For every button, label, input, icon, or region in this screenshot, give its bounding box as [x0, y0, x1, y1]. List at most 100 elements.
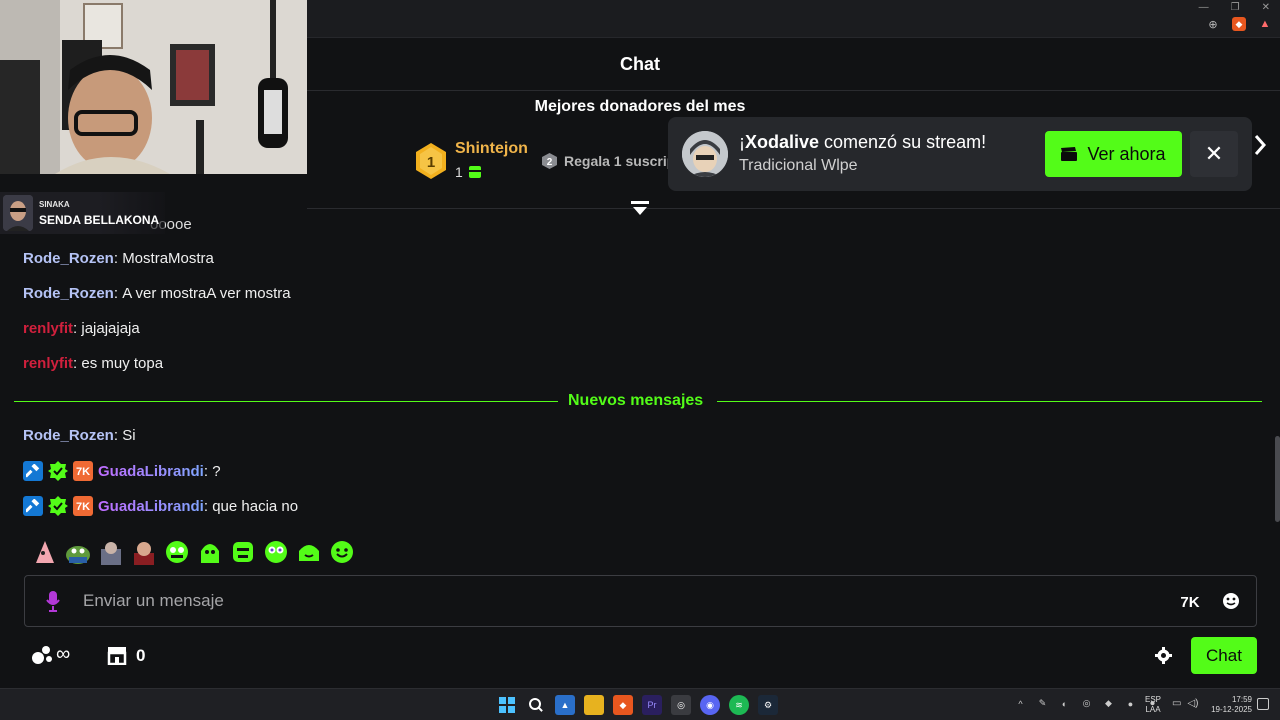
volume-icon[interactable]: ◁)	[1187, 698, 1198, 709]
windows-start-icon[interactable]	[497, 695, 517, 715]
spotify-icon[interactable]: ≋	[729, 695, 749, 715]
emote-pepe-icon[interactable]	[65, 539, 91, 565]
streamer-name-label: SENDA BELLAKONA	[39, 213, 160, 227]
svg-text:7K: 7K	[76, 501, 90, 513]
message-text: jajajajaja	[81, 320, 140, 337]
message-colon: :	[113, 427, 123, 444]
tray-record-icon[interactable]: ●	[1124, 697, 1137, 710]
emote-kick-5-icon[interactable]	[296, 539, 322, 565]
message-username[interactable]: Rode_Rozen	[23, 285, 114, 302]
chat-title: Chat	[620, 53, 660, 74]
message-colon: :	[73, 355, 82, 372]
clapperboard-icon	[1061, 147, 1078, 161]
close-window-button[interactable]: ✕	[1262, 2, 1270, 13]
store-icon[interactable]	[106, 645, 128, 665]
send-chat-button[interactable]: Chat	[1191, 637, 1257, 674]
verified-badge-icon[interactable]	[48, 496, 68, 516]
kick-emotes-icon[interactable]: 7K	[1180, 592, 1200, 610]
subscriber-badge-icon[interactable]: 7K	[73, 461, 93, 481]
message-username[interactable]: Rode_Rozen	[23, 250, 114, 267]
brave-shield-icon[interactable]: ◆	[1232, 17, 1246, 31]
message-colon: :	[113, 250, 123, 267]
message-username[interactable]: GuadaLibrandi	[98, 498, 204, 515]
subscriber-badge-icon[interactable]: 7K	[73, 496, 93, 516]
message-username[interactable]: Rode_Rozen	[23, 427, 114, 444]
gift-sub-prompt[interactable]: Regala 1 suscripción	[564, 153, 668, 169]
verified-icon	[48, 496, 68, 516]
discord-icon[interactable]: ◉	[700, 695, 720, 715]
tray-steam-icon[interactable]: ◎	[1080, 697, 1093, 710]
emote-kick-2-icon[interactable]	[197, 539, 223, 565]
chevron-right-icon[interactable]	[1252, 133, 1268, 157]
close-icon: ✕	[1204, 141, 1224, 166]
channel-points-value: ∞	[56, 643, 71, 665]
clock-date: 19-12-2025	[1211, 705, 1252, 714]
top-donor-name[interactable]: Shintejon	[455, 140, 528, 158]
divider-line-left	[14, 401, 558, 402]
emote-patrick-icon[interactable]	[32, 539, 58, 565]
brave-browser-icon[interactable]: ◆	[613, 695, 633, 715]
notification-user[interactable]: Xodalive	[745, 132, 819, 152]
collapse-icon[interactable]	[630, 199, 650, 217]
message-text: Si	[122, 427, 136, 444]
minimize-button[interactable]: —	[1199, 2, 1209, 13]
chat-scrollbar[interactable]	[1275, 436, 1280, 522]
hammer-icon	[26, 464, 40, 478]
message-colon: :	[203, 462, 213, 480]
network-icon[interactable]: ▭	[1172, 698, 1181, 709]
tray-app-icon[interactable]: ◆	[1102, 697, 1115, 710]
chat-message: Rode_Rozen: MostraMostra	[23, 250, 214, 267]
webcam-image	[0, 0, 307, 174]
donor-count-value: 1	[455, 164, 463, 180]
tray-status-icons: ▭ ◁)	[1172, 698, 1198, 709]
brave-rewards-icon[interactable]: ▲	[1258, 17, 1272, 31]
search-icon[interactable]	[526, 695, 546, 715]
premiere-icon[interactable]: Pr	[642, 695, 662, 715]
layout-code: LAA	[1145, 705, 1161, 714]
message-username[interactable]: renlyfit	[23, 320, 73, 337]
tray-headset-icon[interactable]: ◐	[1058, 697, 1071, 710]
emote-face-icon[interactable]	[98, 539, 124, 565]
watch-now-label: Ver ahora	[1087, 143, 1166, 164]
moderator-badge-icon[interactable]	[23, 496, 43, 516]
emote-picard-icon[interactable]	[131, 539, 157, 565]
maximize-button[interactable]: ❐	[1231, 2, 1240, 13]
header-divider	[307, 90, 1280, 91]
emote-kick-6-icon[interactable]	[329, 539, 355, 565]
rank-1-badge-icon: 1	[416, 143, 446, 179]
steam-icon[interactable]: ⚙	[758, 695, 778, 715]
gallery-icon[interactable]: ▲	[555, 695, 575, 715]
language-indicator[interactable]: ESP LAA	[1145, 695, 1161, 715]
donors-divider	[307, 208, 1280, 209]
obs-icon[interactable]: ◎	[671, 695, 691, 715]
emote-kick-1-icon[interactable]	[164, 539, 190, 565]
tray-chevron-up-icon[interactable]: ^	[1014, 697, 1027, 710]
microphone-icon[interactable]	[45, 590, 61, 612]
notifications-icon[interactable]	[1257, 698, 1269, 710]
message-username[interactable]: renlyfit	[23, 355, 73, 372]
message-username[interactable]: GuadaLibrandi	[98, 463, 204, 480]
message-colon: :	[203, 497, 213, 515]
file-explorer-icon[interactable]	[584, 695, 604, 715]
chat-message-input[interactable]	[83, 576, 1163, 626]
store-count: 0	[136, 646, 146, 665]
new-messages-divider[interactable]: Nuevos mensajes	[14, 392, 1262, 410]
svg-text:7K: 7K	[76, 466, 90, 478]
gear-icon[interactable]	[1155, 647, 1172, 664]
streamer-avatar	[3, 195, 33, 231]
notification-title: ¡Xodalive comenzó su stream!	[739, 132, 986, 153]
close-notification-button[interactable]: ✕	[1190, 131, 1238, 177]
emote-kick-3-icon[interactable]	[230, 539, 256, 565]
zoom-icon[interactable]: ⊕	[1206, 17, 1220, 31]
verified-badge-icon[interactable]	[48, 461, 68, 481]
watch-now-button[interactable]: Ver ahora	[1045, 131, 1182, 177]
system-tray: ^ ✎ ◐ ◎ ◆ ● ⏺	[1014, 697, 1159, 710]
emoji-picker-icon[interactable]	[1221, 591, 1241, 611]
system-clock[interactable]: 17:59 19-12-2025	[1208, 695, 1252, 715]
chat-message: 7K GuadaLibrandi: que hacia no	[23, 496, 298, 516]
notification-avatar[interactable]	[682, 131, 728, 177]
moderator-badge-icon[interactable]	[23, 461, 43, 481]
channel-points-icon[interactable]	[31, 645, 53, 665]
tray-feather-icon[interactable]: ✎	[1036, 697, 1049, 710]
emote-kick-4-icon[interactable]	[263, 539, 289, 565]
